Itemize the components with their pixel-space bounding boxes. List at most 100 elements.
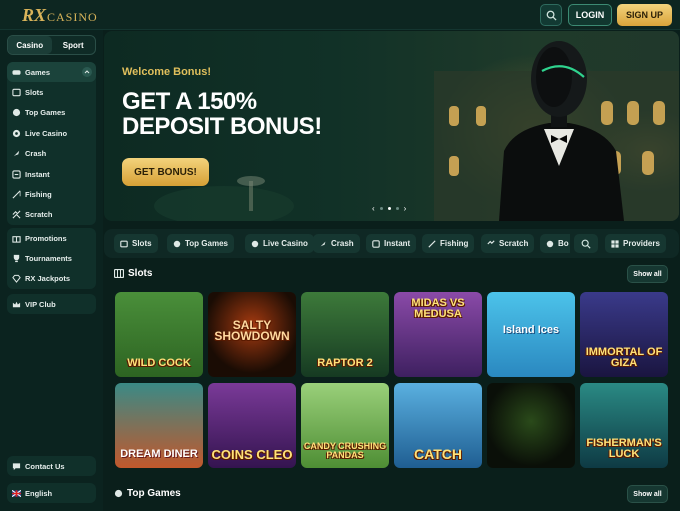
sidebar-item-label: Top Games <box>25 108 66 118</box>
carousel-controls: ‹ › <box>372 204 406 213</box>
category-tab-slots[interactable]: Slots <box>114 234 158 253</box>
live-icon <box>251 240 259 248</box>
sidebar-item-games[interactable]: Games <box>7 62 96 83</box>
section-title-label: Top Games <box>127 488 181 499</box>
carousel-dot[interactable] <box>379 207 383 210</box>
slots-section-title: Slots <box>114 268 152 279</box>
sidebar-item-instant[interactable]: Instant <box>7 164 96 184</box>
game-tile-title: IMMORTAL OF GIZA <box>585 346 663 369</box>
category-tab-bonus[interactable]: Bo <box>540 234 570 253</box>
top-header: RX CASINO LOGIN SIGN UP <box>0 0 680 30</box>
hero-headline-line1: GET A 150% <box>122 88 257 115</box>
game-tile-midas-vs-medusa[interactable]: MIDAS VS MEDUSA <box>394 292 482 377</box>
logo-casino: CASINO <box>47 10 98 24</box>
signup-button[interactable]: SIGN UP <box>617 4 672 26</box>
section-title-label: Slots <box>128 268 153 279</box>
category-bar: Slots Top Games Live Casino Crash Instan… <box>104 229 679 258</box>
language-selector[interactable]: English <box>7 483 96 503</box>
slots-icon <box>114 269 124 278</box>
game-tile-candy-crushing-pandas[interactable]: CANDY CRUSHING PANDAS <box>301 383 389 468</box>
carousel-dot[interactable] <box>387 207 391 210</box>
toggle-casino[interactable]: Casino <box>8 36 52 54</box>
get-bonus-button[interactable]: GET BONUS! <box>122 158 209 186</box>
game-tile-title: DREAM DINER <box>120 448 198 460</box>
language-nav-group: English <box>7 483 96 504</box>
rocket-icon <box>319 240 327 248</box>
sidebar-item-slots[interactable]: Slots <box>7 82 96 102</box>
sidebar-item-label: Games <box>25 67 51 77</box>
carousel-dot[interactable] <box>395 207 399 210</box>
chat-icon <box>12 462 21 471</box>
game-tile-catch[interactable]: CATCH <box>394 383 482 468</box>
category-label: Instant <box>384 239 411 248</box>
game-tile-title: COINS CLEO <box>211 447 293 462</box>
sidebar-item-label: Fishing <box>25 190 52 200</box>
game-tile-salty-showdown[interactable]: SALTY SHOWDOWN <box>208 292 296 377</box>
sidebar-item-vip-club[interactable]: VIP Club <box>7 294 96 314</box>
game-tile-title: CANDY CRUSHING PANDAS <box>303 441 387 460</box>
game-tile-dream-diner[interactable]: DREAM DINER <box>115 383 203 468</box>
sidebar-item-promotions[interactable]: Promotions <box>7 228 96 248</box>
vip-nav-group: VIP Club <box>7 294 96 315</box>
login-button[interactable]: LOGIN <box>568 4 612 26</box>
chevron-up-icon[interactable] <box>82 67 92 78</box>
category-tab-scratch[interactable]: Scratch <box>481 234 535 253</box>
vip-icon <box>12 300 21 309</box>
game-tile-fishermans-luck[interactable]: FISHERMAN'S LUCK <box>580 383 668 468</box>
category-search-button[interactable] <box>574 234 598 253</box>
sidebar-item-live-casino[interactable]: Live Casino <box>7 123 96 143</box>
gamepad-icon <box>12 68 21 77</box>
game-tile-title: WILD COCK <box>127 357 191 369</box>
category-tab-instant[interactable]: Instant <box>366 234 417 253</box>
crown-icon <box>12 108 21 117</box>
search-icon <box>546 10 557 21</box>
contact-nav-group: Contact Us <box>7 456 96 477</box>
search-button[interactable] <box>540 4 562 26</box>
sidebar: Casino Sport Games Slots Top Games Live … <box>0 30 103 511</box>
sidebar-item-label: Tournaments <box>25 254 72 264</box>
carousel-prev-icon[interactable]: ‹ <box>372 204 375 213</box>
category-tab-fishing[interactable]: Fishing <box>422 234 475 253</box>
game-tile-dark[interactable] <box>487 383 575 468</box>
toggle-sport[interactable]: Sport <box>52 36 96 54</box>
sidebar-item-contact-us[interactable]: Contact Us <box>7 456 96 476</box>
instant-icon <box>372 239 380 248</box>
grid-icon <box>611 239 619 248</box>
sidebar-item-label: Instant <box>25 169 50 179</box>
scratch-icon <box>487 239 495 248</box>
top-games-show-all-button[interactable]: Show all <box>627 485 668 503</box>
sidebar-item-top-games[interactable]: Top Games <box>7 103 96 123</box>
game-tile-title: SALTY SHOWDOWN <box>214 317 290 343</box>
casino-sport-toggle: Casino Sport <box>7 35 96 55</box>
category-tab-crash[interactable]: Crash <box>313 234 360 253</box>
slots-icon <box>12 88 21 97</box>
game-tile-island-ices[interactable]: Island Ices <box>487 292 575 377</box>
sidebar-item-rx-jackpots[interactable]: RX Jackpots <box>7 269 96 289</box>
sidebar-item-label: Scratch <box>25 210 53 220</box>
game-tile-title: MIDAS VS MEDUSA <box>411 297 465 320</box>
game-tile-title: RAPTOR 2 <box>317 357 373 369</box>
game-tile-coins-cleo[interactable]: COINS CLEO <box>208 383 296 468</box>
bonus-icon <box>546 240 554 248</box>
category-tab-top-games[interactable]: Top Games <box>167 234 234 253</box>
hero-banner[interactable]: Welcome Bonus! GET A 150% DEPOSIT BONUS!… <box>104 31 679 221</box>
sidebar-item-crash[interactable]: Crash <box>7 144 96 164</box>
promo-nav-group: Promotions Tournaments RX Jackpots <box>7 228 96 290</box>
fishing-icon <box>12 190 21 199</box>
sidebar-item-scratch[interactable]: Scratch <box>7 205 96 225</box>
game-tile-raptor-2[interactable]: RAPTOR 2 <box>301 292 389 377</box>
game-tile-immortal-of-giza[interactable]: IMMORTAL OF GIZA <box>580 292 668 377</box>
carousel-next-icon[interactable]: › <box>404 204 407 213</box>
slots-show-all-button[interactable]: Show all <box>627 265 668 283</box>
scratch-icon <box>12 210 21 219</box>
category-label: Providers <box>623 239 660 248</box>
logo[interactable]: RX CASINO <box>22 5 98 26</box>
hero-welcome-label: Welcome Bonus! <box>122 66 212 78</box>
game-tile-wild-cock[interactable]: WILD COCK <box>115 292 203 377</box>
category-tab-live-casino[interactable]: Live Casino <box>245 234 314 253</box>
diamond-icon <box>12 274 21 284</box>
providers-button[interactable]: Providers <box>605 234 666 253</box>
sidebar-item-fishing[interactable]: Fishing <box>7 184 96 204</box>
category-label: Fishing <box>440 239 469 248</box>
sidebar-item-tournaments[interactable]: Tournaments <box>7 248 96 268</box>
